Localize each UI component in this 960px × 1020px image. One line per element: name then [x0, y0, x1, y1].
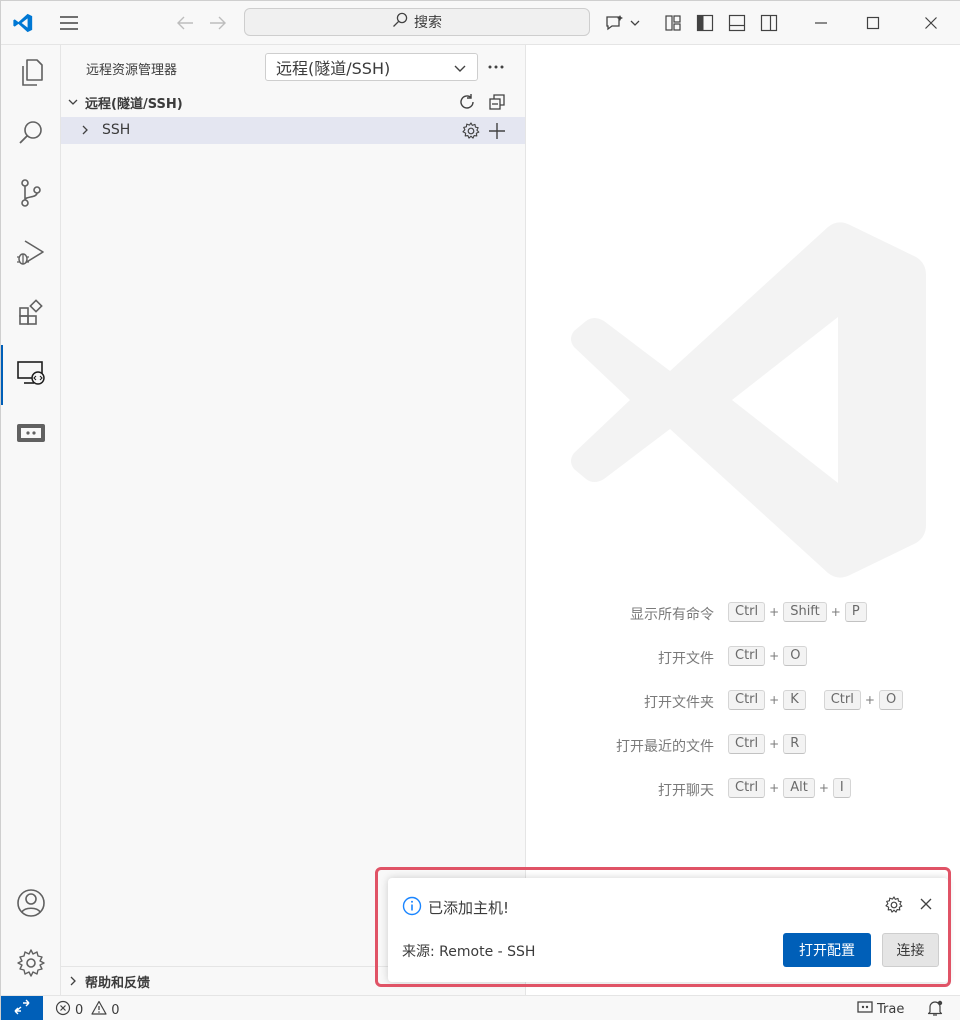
search-label: 搜索 — [414, 15, 442, 31]
shortcut-label: 显示所有命令 — [630, 607, 714, 623]
activity-run-debug[interactable] — [1, 225, 61, 285]
remote-type-value: 远程(隧道/SSH) — [276, 59, 391, 78]
editor-area: 显示所有命令 Ctrl + Shift + P 打开文件 Ctrl + O 打开… — [526, 45, 960, 995]
activity-bar — [1, 45, 61, 995]
key-cap: I — [832, 778, 851, 798]
command-center-search[interactable]: 搜索 — [244, 8, 590, 36]
activity-remote-explorer[interactable] — [1, 345, 61, 405]
activity-manage[interactable] — [1, 935, 61, 995]
key-cap: K — [783, 690, 806, 710]
shortcut-show-all-commands: 显示所有命令 Ctrl + Shift + P — [526, 602, 960, 626]
key-cap: P — [844, 602, 867, 622]
manage-gear-icon — [16, 948, 46, 982]
remote-connection-icon — [13, 999, 31, 1019]
activity-explorer[interactable] — [1, 45, 61, 105]
chevron-right-icon — [67, 975, 83, 987]
trae-label: Trae — [877, 1001, 905, 1017]
copilot-chat-icon[interactable] — [605, 11, 643, 35]
search-icon — [17, 119, 45, 151]
shortcut-open-file: 打开文件 Ctrl + O — [526, 646, 960, 670]
search-icon — [392, 12, 408, 32]
run-debug-icon — [15, 238, 47, 272]
menu-icon[interactable] — [57, 11, 81, 35]
key-cap: Ctrl — [728, 602, 766, 622]
activity-accounts[interactable] — [1, 875, 61, 935]
add-host-icon[interactable] — [487, 121, 507, 145]
vscode-watermark-logo-icon — [570, 217, 926, 587]
customize-layout-icon[interactable] — [661, 11, 685, 35]
remote-indicator[interactable] — [1, 996, 43, 1020]
shortcut-keys: Ctrl + R — [728, 734, 807, 754]
shortcut-label: 打开最近的文件 — [616, 739, 714, 755]
shortcut-label: 打开文件夹 — [644, 695, 714, 711]
help-feedback-title: 帮助和反馈 — [85, 975, 151, 991]
activity-search[interactable] — [1, 105, 61, 165]
toggle-panel-icon[interactable] — [725, 11, 749, 35]
shortcut-keys: Ctrl + O — [728, 646, 808, 666]
shortcut-label: 打开文件 — [658, 651, 714, 667]
shortcut-open-chat: 打开聊天 Ctrl + Alt + I — [526, 778, 960, 802]
key-cap: Ctrl — [728, 646, 766, 666]
warning-icon — [91, 1000, 107, 1020]
minimize-icon[interactable] — [809, 11, 833, 35]
status-bar: 0 0 Trae — [1, 995, 960, 1020]
refresh-icon[interactable] — [457, 92, 477, 112]
shortcut-keys: Ctrl + Shift + P — [728, 602, 867, 622]
notification-highlight-outline — [375, 867, 951, 987]
problems-indicator[interactable]: 0 0 — [55, 1000, 120, 1020]
trae-icon — [857, 1000, 873, 1018]
key-cap: O — [783, 646, 808, 666]
key-cap: Ctrl — [728, 734, 766, 754]
more-actions-icon[interactable] — [485, 57, 507, 77]
shortcut-keys: Ctrl + K Ctrl + O — [728, 690, 904, 710]
chevron-down-icon — [67, 96, 83, 108]
maximize-icon[interactable] — [861, 11, 885, 35]
title-bar: 搜索 — [1, 1, 960, 45]
back-arrow-icon[interactable] — [173, 11, 197, 35]
remote-tunnel-icon — [16, 421, 46, 449]
toggle-secondary-sidebar-icon[interactable] — [757, 11, 781, 35]
trae-status-item[interactable]: Trae — [857, 1000, 904, 1018]
shortcut-open-folder: 打开文件夹 Ctrl + K Ctrl + O — [526, 690, 960, 714]
toggle-primary-sidebar-icon[interactable] — [693, 11, 717, 35]
activity-source-control[interactable] — [1, 165, 61, 225]
error-count: 0 — [75, 1002, 84, 1018]
vscode-logo-icon — [11, 11, 35, 35]
key-cap: Shift — [783, 602, 827, 622]
activity-extensions[interactable] — [1, 285, 61, 345]
explorer-icon — [17, 58, 45, 92]
remote-type-select[interactable]: 远程(隧道/SSH) — [265, 53, 478, 81]
activity-remote-tunnel[interactable] — [1, 405, 61, 465]
primary-sidebar: 远程资源管理器 远程(隧道/SSH) 远程(隧道/SSH) SSH 帮助和反馈 — [61, 45, 526, 995]
warning-count: 0 — [111, 1002, 120, 1018]
forward-arrow-icon[interactable] — [206, 11, 230, 35]
vscode-window: 搜索 远程资源管理器 远程(隧道/SSH) 远程(隧道/SSH) SSH 帮助和… — [0, 0, 960, 1020]
key-cap: Ctrl — [728, 778, 766, 798]
shortcut-keys: Ctrl + Alt + I — [728, 778, 851, 798]
shortcut-label: 打开聊天 — [658, 783, 714, 799]
notifications-bell-icon[interactable] — [926, 999, 944, 1020]
source-control-icon — [17, 178, 45, 212]
extensions-icon — [17, 299, 45, 331]
tree-item-label: SSH — [102, 122, 131, 138]
remote-explorer-icon — [16, 359, 46, 391]
chevron-down-icon — [453, 60, 467, 79]
key-cap: Alt — [783, 778, 815, 798]
sidebar-title: 远程资源管理器 — [86, 63, 178, 78]
configure-gear-icon[interactable] — [461, 121, 481, 145]
close-window-icon[interactable] — [919, 11, 943, 35]
chevron-right-icon — [79, 124, 91, 140]
key-cap: Ctrl — [728, 690, 766, 710]
key-cap: O — [878, 690, 904, 710]
shortcut-open-recent: 打开最近的文件 Ctrl + R — [526, 734, 960, 758]
tree-item-ssh[interactable]: SSH — [61, 117, 525, 144]
remote-section-title: 远程(隧道/SSH) — [85, 96, 183, 112]
error-icon — [55, 1000, 71, 1020]
account-icon — [16, 888, 46, 922]
key-cap: R — [783, 734, 807, 754]
collapse-all-icon[interactable] — [487, 92, 507, 112]
key-cap: Ctrl — [823, 690, 861, 710]
